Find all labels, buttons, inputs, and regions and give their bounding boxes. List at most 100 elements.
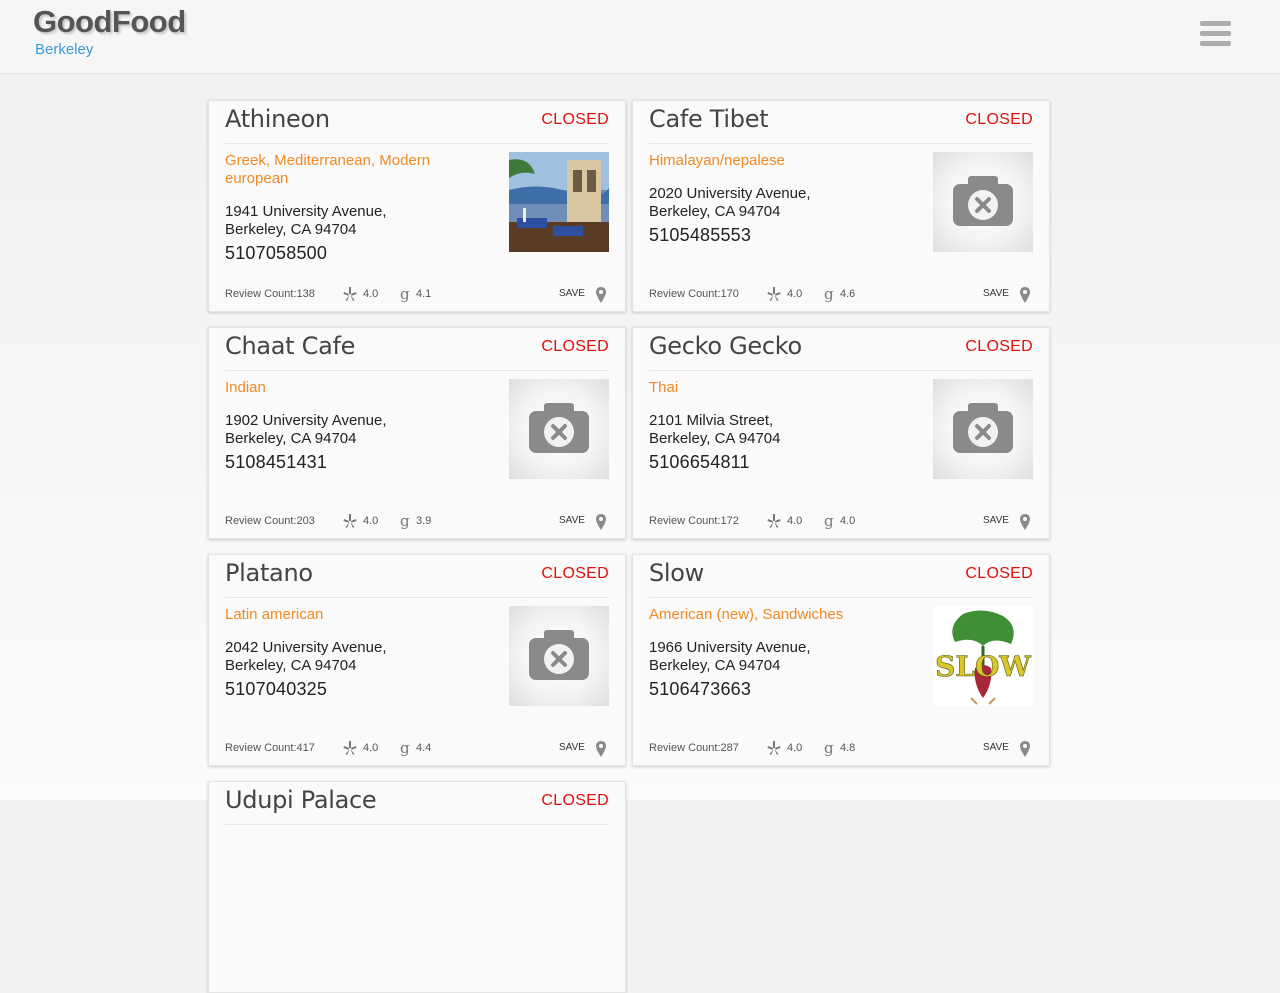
restaurant-card[interactable]: Platano CLOSED Latin american 2042 Unive…: [208, 554, 626, 766]
city-label[interactable]: Berkeley: [35, 41, 93, 58]
status-badge: CLOSED: [541, 111, 609, 128]
restaurant-logo: SLOW: [933, 606, 1033, 706]
status-badge: CLOSED: [965, 111, 1033, 128]
google-rating-value: 4.4: [416, 742, 432, 754]
address: 1966 University Avenue, Berkeley, CA 947…: [649, 639, 909, 675]
phone-number[interactable]: 5105485553: [649, 225, 751, 246]
status-badge: CLOSED: [541, 792, 609, 809]
address-line2: Berkeley, CA 94704: [649, 203, 781, 220]
map-pin-icon[interactable]: [1019, 513, 1031, 531]
address: 1902 University Avenue, Berkeley, CA 947…: [225, 412, 485, 448]
yelp-icon: [343, 514, 357, 528]
cuisine-label: Himalayan/nepalese: [649, 152, 785, 169]
address-line1: 1941 University Avenue,: [225, 203, 387, 220]
map-pin-icon[interactable]: [595, 740, 607, 758]
review-count: Review Count:138: [225, 288, 315, 300]
restaurant-thumbnail[interactable]: SLOW: [933, 606, 1033, 706]
title-divider: [649, 143, 1033, 144]
hamburger-menu-icon: [1200, 41, 1231, 46]
svg-text:g: g: [400, 286, 410, 302]
svg-text:g: g: [400, 513, 410, 529]
review-count: Review Count:417: [225, 742, 315, 754]
title-divider: [225, 824, 609, 825]
review-count: Review Count:287: [649, 742, 739, 754]
google-rating-value: 4.1: [416, 288, 432, 300]
title-divider: [225, 143, 609, 144]
yelp-rating-value: 4.0: [787, 288, 803, 300]
restaurant-card[interactable]: Udupi Palace CLOSED: [208, 781, 626, 993]
camera-off-icon: [953, 176, 1013, 226]
phone-number[interactable]: 5108451431: [225, 452, 327, 473]
yelp-icon: [767, 514, 781, 528]
status-badge: CLOSED: [541, 338, 609, 355]
google-icon: g: [400, 513, 410, 529]
svg-text:SLOW: SLOW: [935, 650, 1031, 683]
title-divider: [225, 597, 609, 598]
restaurant-name[interactable]: Gecko Gecko: [649, 332, 802, 360]
map-pin-icon[interactable]: [1019, 740, 1031, 758]
address: 2101 Milvia Street, Berkeley, CA 94704: [649, 412, 909, 448]
svg-text:g: g: [400, 740, 410, 756]
save-button[interactable]: SAVE: [559, 288, 585, 299]
google-icon: g: [400, 740, 410, 756]
google-rating-value: 4.0: [840, 515, 856, 527]
app-logo[interactable]: GoodFood: [33, 4, 186, 40]
camera-off-icon: [529, 403, 589, 453]
address: 1941 University Avenue, Berkeley, CA 947…: [225, 203, 485, 239]
address-line1: 1902 University Avenue,: [225, 412, 387, 429]
address-line2: Berkeley, CA 94704: [649, 657, 781, 674]
phone-number[interactable]: 5107058500: [225, 243, 327, 264]
restaurant-name[interactable]: Platano: [225, 559, 313, 587]
menu-button[interactable]: [1200, 21, 1232, 47]
address-line2: Berkeley, CA 94704: [649, 430, 781, 447]
phone-number[interactable]: 5106654811: [649, 452, 750, 473]
restaurant-card[interactable]: Athineon CLOSED Greek, Mediterranean, Mo…: [208, 100, 626, 312]
restaurant-name[interactable]: Udupi Palace: [225, 786, 377, 814]
restaurant-name[interactable]: Chaat Cafe: [225, 332, 355, 360]
cuisine-label: Indian: [225, 379, 266, 396]
address-line1: 2042 University Avenue,: [225, 639, 387, 656]
hamburger-menu-icon: [1200, 31, 1231, 36]
review-count: Review Count:170: [649, 288, 739, 300]
save-button[interactable]: SAVE: [983, 288, 1009, 299]
restaurant-thumbnail[interactable]: [509, 152, 609, 252]
save-button[interactable]: SAVE: [983, 515, 1009, 526]
restaurant-photo: [509, 152, 609, 252]
phone-number[interactable]: 5106473663: [649, 679, 751, 700]
review-count: Review Count:203: [225, 515, 315, 527]
restaurant-thumbnail[interactable]: [933, 152, 1033, 252]
map-pin-icon[interactable]: [1019, 286, 1031, 304]
restaurant-card[interactable]: Chaat Cafe CLOSED Indian 1902 University…: [208, 327, 626, 539]
cuisine-label: Latin american: [225, 606, 324, 623]
map-pin-icon[interactable]: [595, 286, 607, 304]
phone-number[interactable]: 5107040325: [225, 679, 327, 700]
map-pin-icon[interactable]: [595, 513, 607, 531]
yelp-icon: [767, 741, 781, 755]
title-divider: [225, 370, 609, 371]
restaurant-card[interactable]: Cafe Tibet CLOSED Himalayan/nepalese 202…: [632, 100, 1050, 312]
yelp-icon: [343, 287, 357, 301]
camera-off-icon: [953, 403, 1013, 453]
yelp-rating-value: 4.0: [363, 288, 379, 300]
restaurant-card[interactable]: Gecko Gecko CLOSED Thai 2101 Milvia Stre…: [632, 327, 1050, 539]
restaurant-thumbnail[interactable]: [933, 379, 1033, 479]
review-count: Review Count:172: [649, 515, 739, 527]
google-icon: g: [824, 513, 834, 529]
yelp-icon: [767, 287, 781, 301]
address: 2020 University Avenue, Berkeley, CA 947…: [649, 185, 909, 221]
restaurant-name[interactable]: Athineon: [225, 105, 330, 133]
restaurant-card[interactable]: Slow CLOSED American (new), Sandwiches 1…: [632, 554, 1050, 766]
restaurant-thumbnail[interactable]: [509, 379, 609, 479]
restaurant-thumbnail[interactable]: [509, 606, 609, 706]
google-icon: g: [824, 286, 834, 302]
save-button[interactable]: SAVE: [559, 515, 585, 526]
google-icon: g: [824, 740, 834, 756]
save-button[interactable]: SAVE: [983, 742, 1009, 753]
save-button[interactable]: SAVE: [559, 742, 585, 753]
address: 2042 University Avenue, Berkeley, CA 947…: [225, 639, 485, 675]
svg-text:g: g: [824, 740, 834, 756]
restaurant-name[interactable]: Cafe Tibet: [649, 105, 769, 133]
address-line2: Berkeley, CA 94704: [225, 657, 357, 674]
google-icon: g: [400, 286, 410, 302]
restaurant-name[interactable]: Slow: [649, 559, 704, 587]
